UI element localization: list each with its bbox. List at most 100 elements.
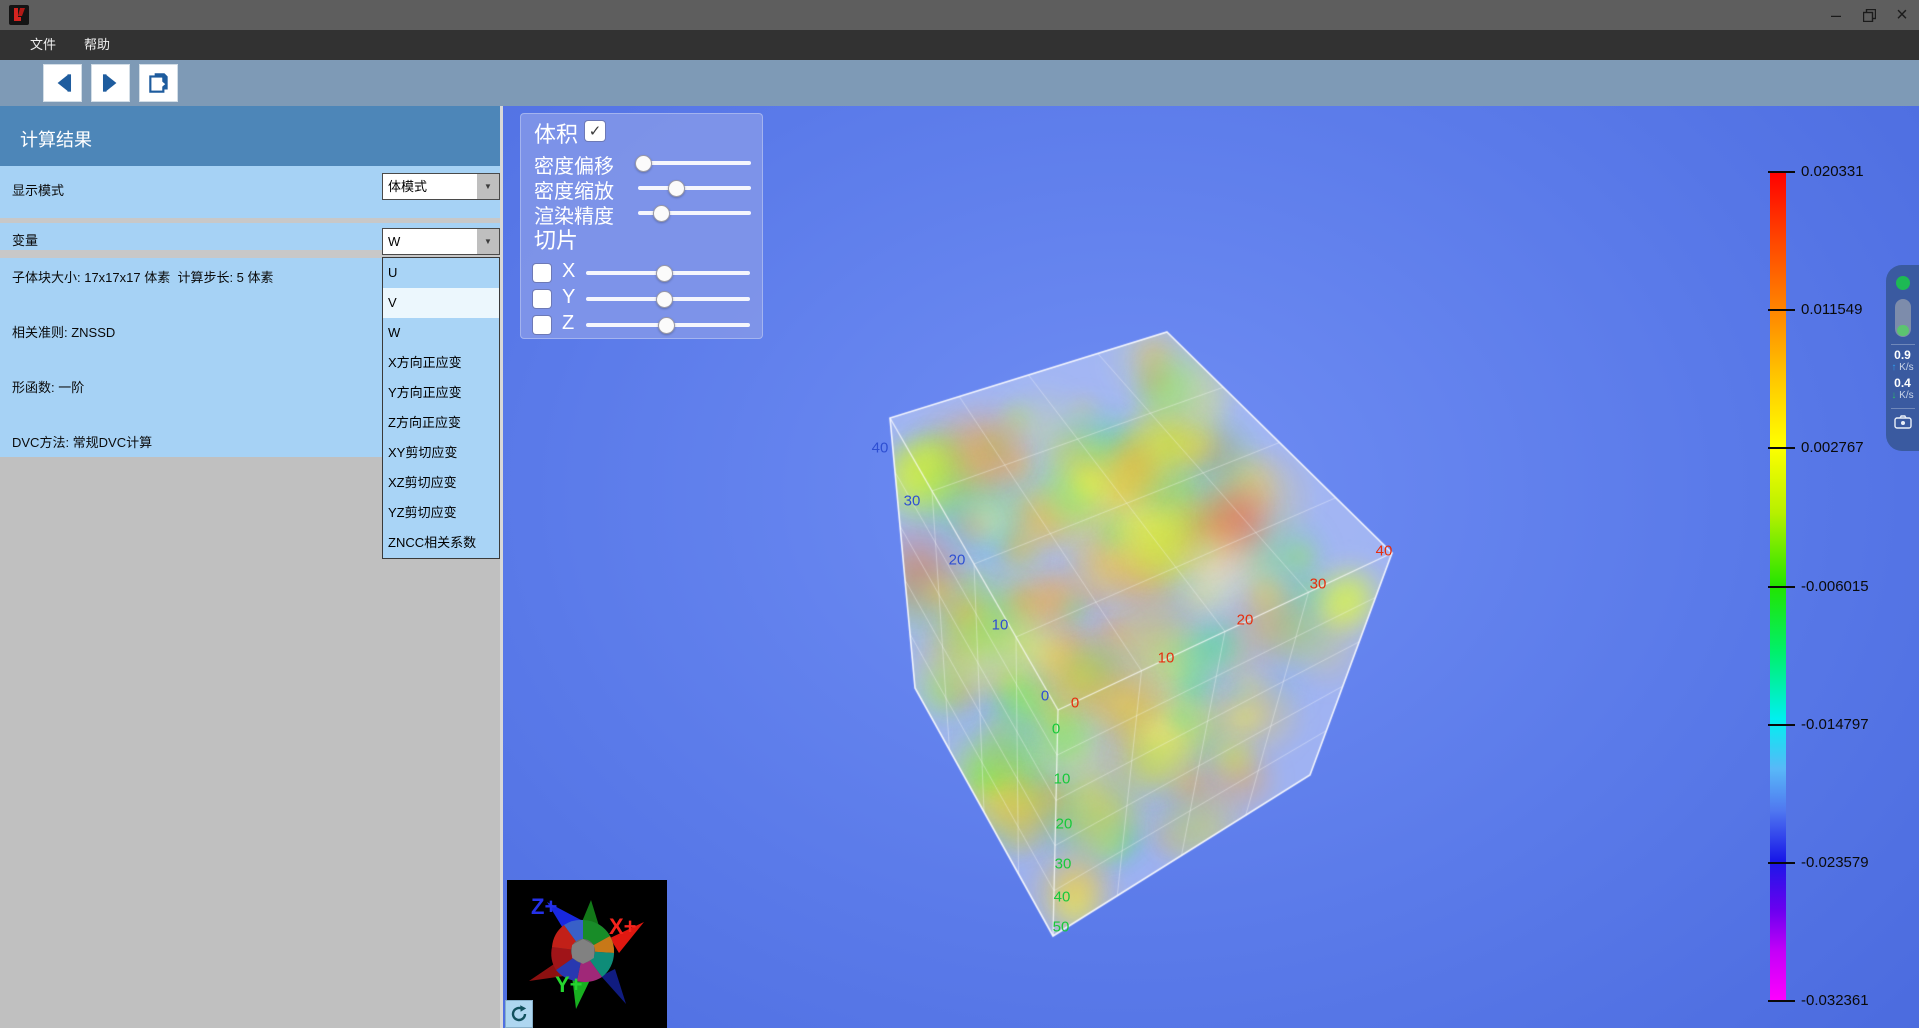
axis-tick-green: 40 <box>1054 889 1071 906</box>
dropdown-option[interactable]: W <box>383 318 499 348</box>
variable-select[interactable]: W ▼ <box>382 228 500 255</box>
axis-tick-blue: 0 <box>1041 688 1049 705</box>
display-mode-value: 体模式 <box>388 179 427 194</box>
minimize-button[interactable]: – <box>1819 0 1853 30</box>
colorbar-value: 0.011549 <box>1801 301 1862 318</box>
axis-tick-green: 10 <box>1054 771 1071 788</box>
axis-tick-green: 0 <box>1052 721 1060 738</box>
axis-tick-green: 20 <box>1056 816 1073 833</box>
volume-toggle-label: 体积 <box>534 117 578 149</box>
display-mode-label: 显示模式 <box>12 180 64 199</box>
render-controls-panel: 体积 ✓ 切片 密度偏移密度缩放渲染精度XYZ <box>520 113 763 339</box>
slice-axis-label: Y <box>562 286 575 309</box>
toolbar <box>0 60 1919 106</box>
app-window: { "window": {"minimize": "–", "restore":… <box>0 0 1919 1028</box>
slice-y-checkbox[interactable] <box>533 290 551 308</box>
slice-axis-label: Z <box>562 312 574 335</box>
slider-thumb[interactable] <box>658 317 675 334</box>
upload-speed-unit: ↑ K/s <box>1891 362 1913 373</box>
divider <box>1891 344 1915 345</box>
info-line: 形函数: 一阶 <box>12 377 84 396</box>
restore-icon <box>1863 9 1876 22</box>
title-bar: – × <box>0 0 1919 30</box>
viewport-3d[interactable]: 01020304001020304001020304050 体积 ✓ 切片 密度… <box>503 106 1919 1028</box>
slider-thumb[interactable] <box>635 155 652 172</box>
refresh-icon <box>509 1004 529 1024</box>
info-line: DVC方法: 常规DVC计算 <box>12 432 152 451</box>
export-report-icon <box>146 70 172 96</box>
slider-thumb[interactable] <box>653 205 670 222</box>
slice-z-checkbox[interactable] <box>533 316 551 334</box>
step-forward-button[interactable] <box>91 64 130 102</box>
record-status-icon[interactable] <box>1896 276 1910 290</box>
x-axis-label: X+ <box>609 914 637 940</box>
slider-thumb[interactable] <box>656 265 673 282</box>
step-backward-button[interactable] <box>43 64 82 102</box>
variable-dropdown-list: UVWX方向正应变Y方向正应变Z方向正应变XY剪切应变XZ剪切应变YZ剪切应变Z… <box>382 257 500 559</box>
slider-track[interactable] <box>638 186 751 190</box>
results-panel-header: 计算结果 <box>0 106 500 166</box>
page-title: 计算结果 <box>20 126 92 152</box>
camera-icon[interactable] <box>1894 415 1912 429</box>
slider-track[interactable] <box>638 161 751 165</box>
dropdown-option[interactable]: Z方向正应变 <box>383 408 499 438</box>
colorbar-tick <box>1768 862 1795 864</box>
axis-tick-red: 0 <box>1071 695 1079 712</box>
info-line: 相关准则: ZNSSD <box>12 322 115 341</box>
upload-speed-value: 0.9 <box>1894 349 1911 362</box>
recorder-widget[interactable]: 0.9 ↑ K/s 0.4 ↓ K/s <box>1886 265 1919 451</box>
colorbar-tick <box>1768 724 1795 726</box>
download-speed-unit: ↓ K/s <box>1891 390 1913 401</box>
colorbar-tick <box>1768 586 1795 588</box>
info-line: 子体块大小: 17x17x17 体素 计算步长: 5 体素 <box>12 267 274 286</box>
dropdown-option[interactable]: X方向正应变 <box>383 348 499 378</box>
slice-axis-label: X <box>562 260 575 283</box>
colorbar-value: 0.002767 <box>1801 439 1864 456</box>
colorbar-value: 0.020331 <box>1801 163 1864 180</box>
axis-tick-green: 50 <box>1053 919 1070 936</box>
dropdown-option[interactable]: V <box>383 288 499 318</box>
dropdown-option[interactable]: Y方向正应变 <box>383 378 499 408</box>
menu-item-file[interactable]: 文件 <box>16 30 70 60</box>
slider-label: 渲染精度 <box>534 200 614 229</box>
y-axis-label: Y+ <box>555 972 583 998</box>
colorbar-value: -0.032361 <box>1801 992 1869 1009</box>
restore-button[interactable] <box>1852 0 1886 30</box>
dropdown-option[interactable]: U <box>383 258 499 288</box>
menu-item-help[interactable]: 帮助 <box>70 30 124 60</box>
axis-tick-red: 20 <box>1237 612 1254 629</box>
dropdown-option[interactable]: YZ剪切应变 <box>383 498 499 528</box>
dropdown-option[interactable]: XZ剪切应变 <box>383 468 499 498</box>
colorbar-tick <box>1768 309 1795 311</box>
display-mode-select[interactable]: 体模式 ▼ <box>382 173 500 200</box>
step-forward-icon <box>98 70 124 96</box>
export-report-button[interactable] <box>139 64 178 102</box>
up-arrow-icon: ↑ <box>1891 362 1896 373</box>
axis-tick-red: 10 <box>1158 650 1175 667</box>
colorbar-tick <box>1768 447 1795 449</box>
slider-thumb[interactable] <box>656 291 673 308</box>
variable-value: W <box>388 234 400 249</box>
axis-tick-blue: 40 <box>872 440 889 457</box>
axis-tick-green: 30 <box>1055 856 1072 873</box>
down-arrow-icon: ↓ <box>1891 390 1896 401</box>
menu-bar: 文件帮助 <box>0 30 1919 60</box>
dropdown-option[interactable]: ZNCC相关系数 <box>383 528 499 558</box>
colorbar-tick <box>1768 171 1795 173</box>
z-axis-label: Z+ <box>531 894 557 920</box>
app-logo-icon <box>9 5 29 25</box>
axis-tick-blue: 10 <box>992 617 1009 634</box>
slice-x-checkbox[interactable] <box>533 264 551 282</box>
dropdown-option[interactable]: XY剪切应变 <box>383 438 499 468</box>
axis-tick-red: 30 <box>1310 576 1327 593</box>
reset-view-button[interactable] <box>505 1000 533 1028</box>
volume-checkbox[interactable]: ✓ <box>585 121 605 141</box>
colorbar-value: -0.006015 <box>1801 578 1869 595</box>
axis-tick-blue: 20 <box>949 552 966 569</box>
close-button[interactable]: × <box>1885 0 1919 30</box>
battery-icon <box>1895 299 1911 337</box>
slider-thumb[interactable] <box>668 180 685 197</box>
step-backward-icon <box>50 70 76 96</box>
download-speed-value: 0.4 <box>1894 377 1911 390</box>
variable-label: 变量 <box>12 230 38 249</box>
